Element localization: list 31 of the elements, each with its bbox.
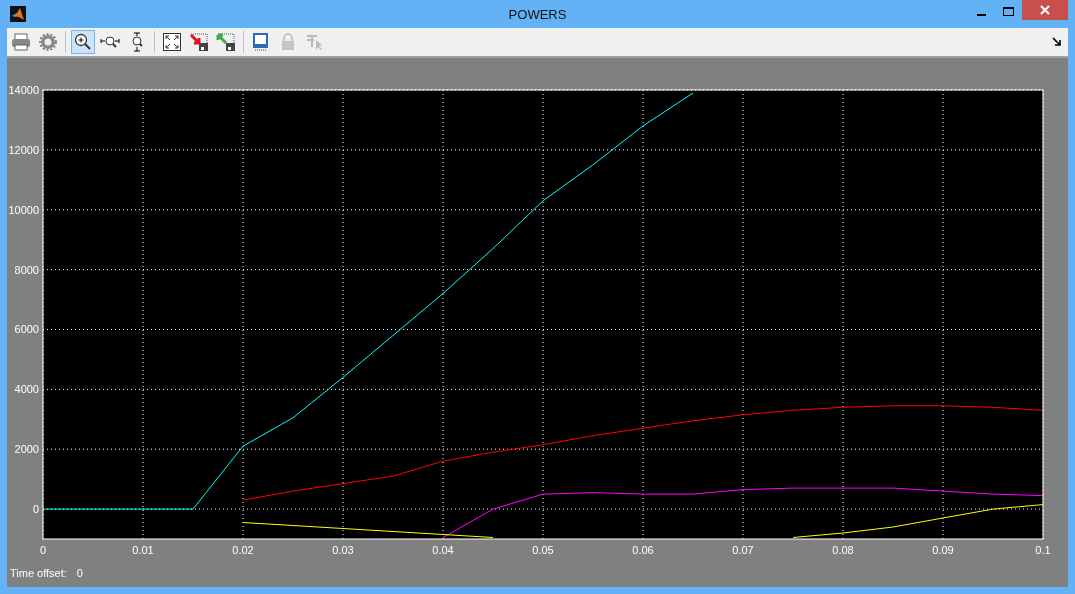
zoom-in-icon[interactable] xyxy=(71,30,95,54)
y-tick-label: 8000 xyxy=(14,263,39,276)
dock-arrow-icon[interactable] xyxy=(1052,37,1062,47)
y-tick-label: 12000 xyxy=(8,143,39,156)
x-tick-label: 0 xyxy=(39,544,47,556)
y-tick-label: 10000 xyxy=(8,203,39,216)
y-tick-label: 4000 xyxy=(14,383,39,396)
time-offset-label: Time offset: xyxy=(10,567,67,579)
y-tick-label: 2000 xyxy=(14,443,39,456)
autoscale-icon[interactable] xyxy=(160,30,184,54)
y-tick-label: 0 xyxy=(32,503,39,516)
app-logo-icon xyxy=(10,6,26,22)
x-tick-label: 0.08 xyxy=(832,544,854,556)
restore-axes-icon[interactable] xyxy=(214,30,238,54)
y-tick-label: 14000 xyxy=(8,84,39,96)
x-tick-label: 0.09 xyxy=(932,544,954,556)
y-tick-label: 6000 xyxy=(14,323,39,336)
window-title: POWERS xyxy=(508,6,567,22)
x-tick-label: 0.02 xyxy=(232,544,254,556)
time-offset-value: 0 xyxy=(76,567,83,579)
x-tick-label: 0.05 xyxy=(532,544,554,556)
x-tick-label: 0.1 xyxy=(1035,544,1051,556)
x-tick-label: 0.03 xyxy=(332,544,354,556)
x-tick-label: 0.04 xyxy=(432,544,454,556)
x-tick-label: 0.01 xyxy=(132,544,154,556)
save-axes-icon[interactable] xyxy=(187,30,211,54)
print-icon[interactable] xyxy=(9,30,33,54)
close-icon[interactable] xyxy=(1022,0,1068,20)
gear-icon[interactable] xyxy=(36,30,60,54)
x-tick-label: 0.07 xyxy=(732,544,754,556)
x-tick-label: 0.06 xyxy=(632,544,654,556)
